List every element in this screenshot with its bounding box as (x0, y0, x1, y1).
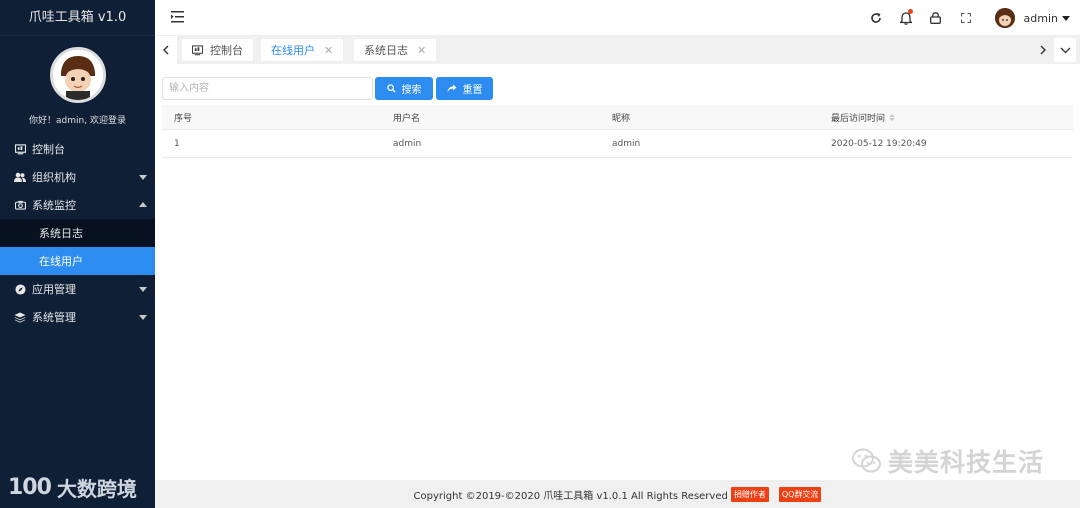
camera-icon (14, 199, 26, 211)
search-input[interactable] (162, 77, 373, 100)
chevron-down-icon (1060, 47, 1070, 53)
app-title: 爪哇工具箱 v1.0 (0, 0, 155, 36)
monitor-icon (192, 44, 203, 56)
watermark-right-text: 美美科技生活 (887, 448, 1044, 477)
refresh-icon[interactable] (861, 0, 891, 36)
tab-online-users[interactable]: 在线用户 ✕ (261, 39, 344, 61)
layers-icon (14, 311, 26, 323)
footer: Copyright ©2019-©2020 爪哇工具箱 v1.0.1 All R… (155, 480, 1080, 508)
tab-label: 在线用户 (271, 44, 315, 57)
copyright-text: Copyright ©2019-©2020 爪哇工具箱 v1.0.1 All R… (413, 490, 728, 502)
table-cell: admin (612, 138, 641, 149)
sidebar-item-label: 应用管理 (32, 283, 76, 296)
caret-down-icon (1062, 15, 1070, 21)
table-cell: 1 (174, 138, 180, 149)
watermark-text: 大数跨境 (56, 477, 137, 501)
tab-label: 系统日志 (364, 44, 408, 57)
wechat-icon (851, 448, 881, 473)
menu-toggle-icon[interactable] (171, 10, 187, 26)
sidebar-subitem-online-users[interactable]: 在线用户 (0, 247, 155, 275)
table-row[interactable]: 1 admin admin 2020-05-12 19:20:49 (162, 130, 1073, 158)
chevron-down-icon (139, 315, 147, 320)
tab-scroll-left-icon[interactable] (155, 36, 177, 64)
sidebar-item-system-management[interactable]: 系统管理 (0, 303, 155, 331)
main-content: 搜索 重置 序号 用户名 昵称 最后访问时间 1 admin admin 202… (155, 64, 1080, 480)
tabs-bar: 控制台 在线用户 ✕ 系统日志 ✕ (155, 36, 1080, 64)
sidebar-menu: 控制台 组织机构 系统监控 系统日志 在线用户 应用管理 系统管理 (0, 135, 155, 331)
sidebar-item-dashboard[interactable]: 控制台 (0, 135, 155, 163)
sidebar-item-app-management[interactable]: 应用管理 (0, 275, 155, 303)
tab-scroll-right-icon[interactable] (1032, 36, 1054, 64)
sidebar-subitem-system-log[interactable]: 系统日志 (0, 219, 155, 247)
column-header: 昵称 (612, 113, 631, 124)
sort-icon[interactable] (889, 113, 896, 121)
column-header-sortable[interactable]: 最后访问时间 (819, 111, 1073, 124)
user-avatar-large (49, 47, 106, 103)
chevron-down-icon (139, 175, 147, 180)
watermark-logo: 100 (8, 475, 52, 500)
column-header: 用户名 (393, 113, 421, 124)
sidebar-item-label: 组织机构 (32, 171, 76, 184)
table-cell: admin (393, 138, 422, 149)
lock-icon[interactable] (921, 0, 951, 36)
sidebar-item-organization[interactable]: 组织机构 (0, 163, 155, 191)
notification-dot (907, 9, 913, 14)
column-header: 序号 (174, 113, 193, 124)
column-header-label: 最后访问时间 (831, 113, 886, 124)
close-icon[interactable]: ✕ (417, 44, 426, 57)
fullscreen-icon[interactable] (951, 0, 981, 36)
sidebar-item-system-monitor[interactable]: 系统监控 (0, 191, 155, 219)
watermark-left: 100 大数跨境 (8, 473, 137, 502)
reset-button-label: 重置 (462, 85, 483, 96)
users-icon (14, 171, 26, 183)
user-menu[interactable]: admin (981, 8, 1080, 28)
compass-icon (14, 283, 26, 295)
search-button-label: 搜索 (401, 85, 422, 96)
tab-label: 控制台 (210, 44, 243, 57)
chevron-up-icon (139, 202, 147, 207)
table-cell: 2020-05-12 19:20:49 (831, 138, 927, 149)
tab-dashboard[interactable]: 控制台 (182, 39, 253, 61)
watermark-right: 美美科技生活 (851, 443, 1044, 479)
qq-group-badge[interactable]: QQ群交流 (778, 486, 822, 502)
top-header: admin (155, 0, 1080, 36)
online-users-table: 序号 用户名 昵称 最后访问时间 1 admin admin 2020-05-1… (162, 105, 1073, 158)
tab-options-dropdown[interactable] (1054, 38, 1076, 62)
tab-system-log[interactable]: 系统日志 ✕ (354, 39, 437, 61)
reset-button[interactable]: 重置 (436, 77, 493, 100)
search-button[interactable]: 搜索 (375, 77, 433, 100)
donate-badge[interactable]: 捐赠作者 (730, 486, 769, 502)
user-avatar (994, 8, 1015, 28)
welcome-text: 你好！admin, 欢迎登录 (29, 116, 126, 126)
bell-icon[interactable] (891, 0, 921, 36)
sidebar-item-label: 在线用户 (39, 255, 83, 268)
sidebar-item-label: 系统监控 (32, 199, 76, 212)
sidebar: 爪哇工具箱 v1.0 你好！admin, 欢迎登录 控制台 组织机构 系统监控 … (0, 0, 155, 508)
chevron-down-icon (139, 287, 147, 292)
sidebar-item-label: 系统管理 (32, 311, 76, 324)
table-header: 序号 用户名 昵称 最后访问时间 (162, 105, 1073, 130)
search-icon (386, 84, 396, 93)
sidebar-item-label: 系统日志 (39, 227, 83, 240)
sidebar-item-label: 控制台 (32, 143, 65, 156)
user-name: admin (1023, 11, 1058, 25)
share-icon (447, 84, 456, 93)
close-icon[interactable]: ✕ (324, 44, 333, 57)
monitor-icon (14, 143, 26, 155)
